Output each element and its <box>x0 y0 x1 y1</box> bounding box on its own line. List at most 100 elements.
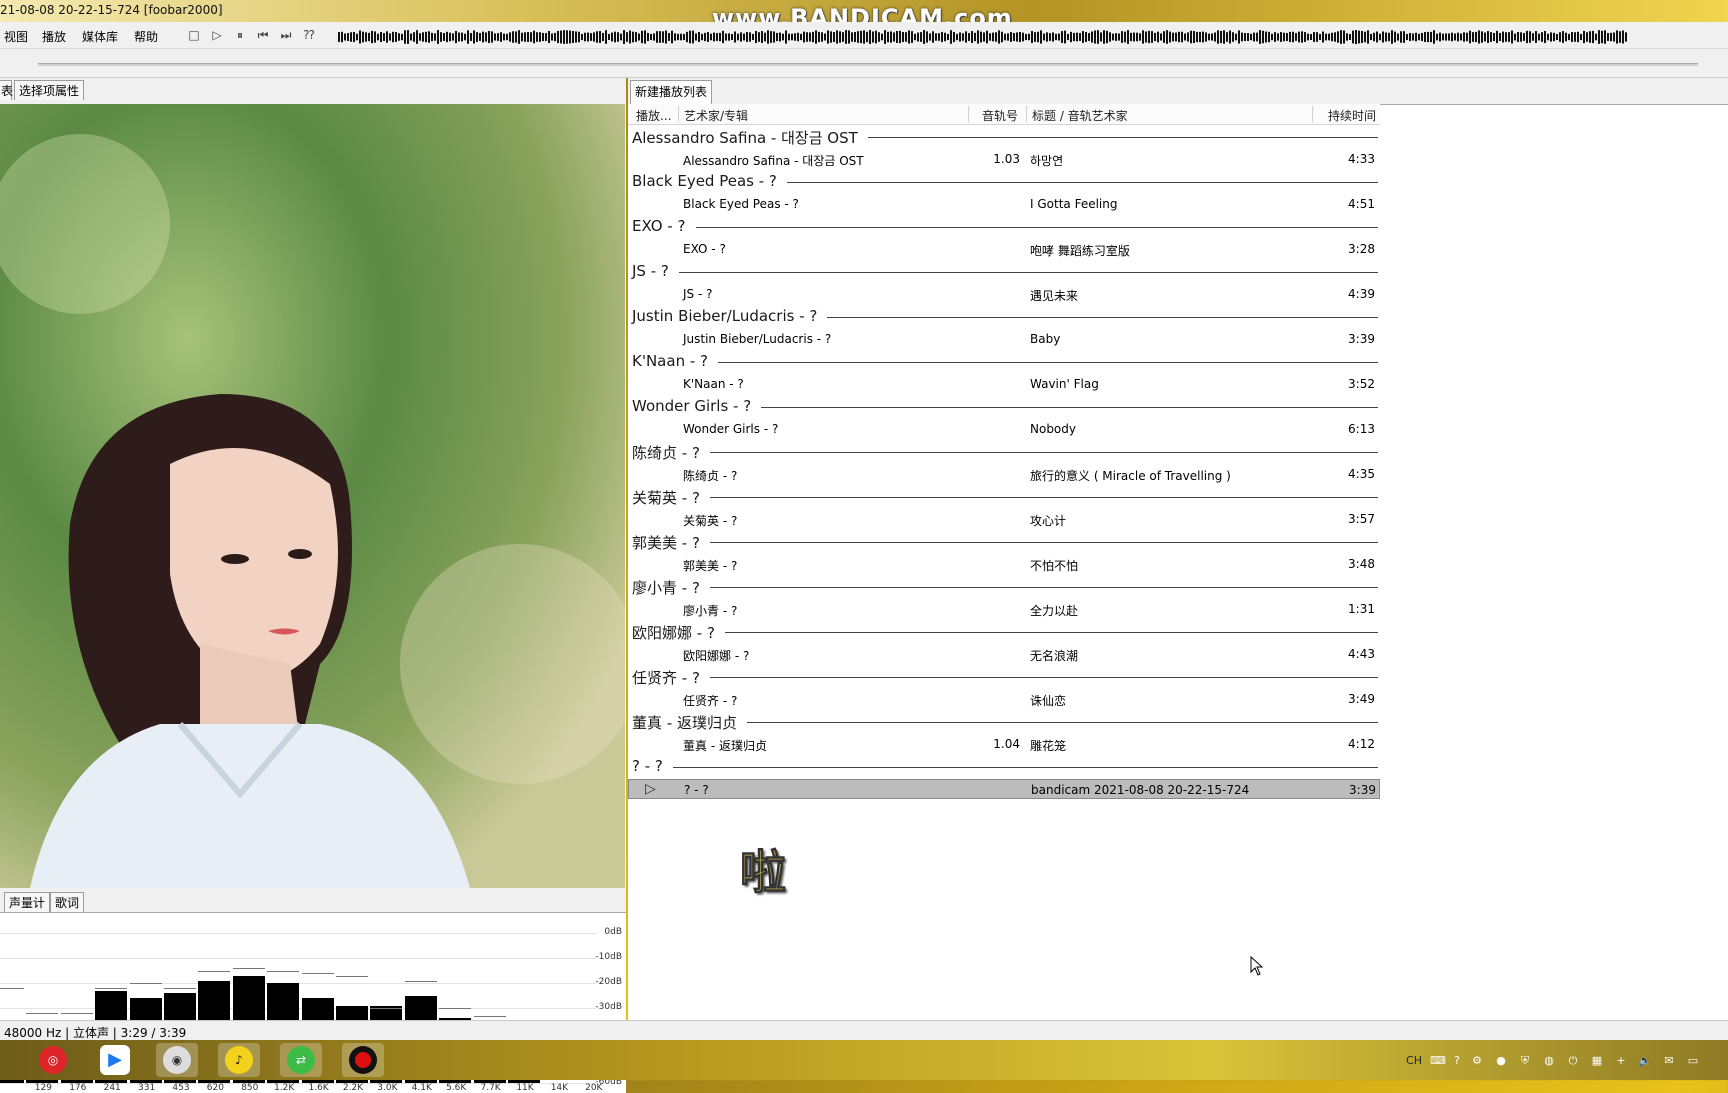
track-artist-album: 董真 - 返璞归贞 <box>683 738 767 753</box>
playlist-group-header[interactable]: Justin Bieber/Ludacris - ? <box>632 306 1378 326</box>
menu-playback[interactable]: 播放 <box>42 28 66 45</box>
spectrum-peak <box>0 988 24 989</box>
group-title: Wonder Girls - ? <box>632 397 762 415</box>
play-icon[interactable]: ▷ <box>207 26 227 44</box>
foobar2000-icon[interactable]: ♪ <box>218 1043 260 1077</box>
header-playing[interactable]: 播放... <box>636 107 671 124</box>
help-icon[interactable]: ? <box>1450 1054 1464 1068</box>
keyboard-icon[interactable]: ⌨ <box>1430 1054 1446 1068</box>
settings-icon[interactable]: ⚙ <box>1470 1054 1484 1068</box>
track-title: 攻心计 <box>1030 513 1067 528</box>
power-icon[interactable]: ⏻ <box>1566 1054 1580 1068</box>
track-row[interactable]: JS - ? 遇见未来 4:39 <box>628 284 1380 304</box>
track-row[interactable]: EXO - ? 咆哮 舞蹈练习室版 3:28 <box>628 239 1380 259</box>
seekbar[interactable] <box>38 63 1698 66</box>
playlist-group-header[interactable]: 廖小青 - ? <box>632 576 1378 598</box>
track-row[interactable]: Alessandro Safina - 대장금 OST 1.03 하망연 4:33 <box>628 149 1380 169</box>
playlist-group-header[interactable]: Alessandro Safina - 대장금 OST <box>632 126 1378 148</box>
monitor-icon[interactable]: ▭ <box>1686 1054 1700 1068</box>
header-title-artist[interactable]: 标题 / 音轨艺术家 <box>1032 107 1128 124</box>
tab-list[interactable]: 表 <box>0 80 13 100</box>
menu-view[interactable]: 视图 <box>4 28 28 45</box>
playlist-group-header[interactable]: 任贤齐 - ? <box>632 666 1378 688</box>
tab-new-playlist[interactable]: 新建播放列表 <box>630 80 713 104</box>
playlist-group-header[interactable]: 陈绮贞 - ? <box>632 441 1378 463</box>
track-row[interactable]: 廖小青 - ? 全力以赴 1:31 <box>628 599 1380 619</box>
track-duration: 3:49 <box>1348 691 1375 706</box>
random-icon[interactable]: ⁇ <box>299 26 319 44</box>
playlist-group-header[interactable]: EXO - ? <box>632 216 1378 236</box>
menu-library[interactable]: 媒体库 <box>82 28 118 45</box>
tab-selection-properties[interactable]: 选择项属性 <box>14 80 85 100</box>
track-row[interactable]: 董真 - 返璞归贞 1.04 雕花笼 4:12 <box>628 734 1380 754</box>
track-artist-album: Wonder Girls - ? <box>683 421 779 436</box>
group-title: JS - ? <box>632 262 679 280</box>
group-title: 董真 - 返璞归贞 <box>632 712 747 733</box>
spectrum-peak <box>301 973 334 974</box>
track-title: 全力以赴 <box>1030 603 1079 618</box>
tab-lyrics[interactable]: 歌词 <box>50 892 85 912</box>
track-row[interactable]: 郭美美 - ? 不怕不怕 3:48 <box>628 554 1380 574</box>
track-row[interactable]: 关菊英 - ? 攻心计 3:57 <box>628 509 1380 529</box>
download-app-icon[interactable]: ⇄ <box>280 1043 322 1077</box>
frequency-label: 20K <box>585 1083 603 1093</box>
playlist-panel: 新建播放列表 播放... 艺术家/专辑 音轨号 标题 / 音轨艺术家 持续时间 … <box>628 78 1728 1020</box>
header-duration[interactable]: 持续时间 <box>1328 107 1376 124</box>
track-row[interactable]: Justin Bieber/Ludacris - ? Baby 3:39 <box>628 329 1380 349</box>
add-icon[interactable]: + <box>1614 1054 1628 1068</box>
netease-music-icon[interactable]: ◎ <box>32 1043 74 1077</box>
stop-icon[interactable]: □ <box>184 26 204 44</box>
frequency-label: 11K <box>516 1083 534 1093</box>
frequency-label: 176 <box>69 1083 87 1093</box>
playlist-group-header[interactable]: ? - ? <box>632 756 1378 776</box>
playing-indicator-icon: ▷ <box>645 780 656 797</box>
network-icon[interactable]: ▦ <box>1590 1054 1604 1068</box>
playlist-group-header[interactable]: 郭美美 - ? <box>632 531 1378 553</box>
track-artist-album: JS - ? <box>683 286 713 301</box>
group-title: Black Eyed Peas - ? <box>632 172 787 190</box>
track-row[interactable]: 陈绮贞 - ? 旅行的意义 ( Miracle of Travelling ) 4:… <box>628 464 1380 484</box>
now-playing-row[interactable]: ▷ ? - ? bandicam 2021-08-08 20-22-15-724 3:… <box>628 778 1380 799</box>
track-duration: 4:51 <box>1348 196 1375 211</box>
shield-icon[interactable]: ⛨ <box>1518 1054 1532 1068</box>
playlist-group-header[interactable]: 关菊英 - ? <box>632 486 1378 508</box>
alien-app-icon[interactable]: ◉ <box>156 1043 198 1077</box>
playlist-group-header[interactable]: K'Naan - ? <box>632 351 1378 371</box>
previous-icon[interactable]: ⏮ <box>253 26 273 44</box>
header-artist-album[interactable]: 艺术家/专辑 <box>684 107 748 124</box>
track-row[interactable]: Black Eyed Peas - ? I Gotta Feeling 4:51 <box>628 194 1380 214</box>
album-art <box>0 104 625 888</box>
playlist-group-header[interactable]: Black Eyed Peas - ? <box>632 171 1378 191</box>
record-icon[interactable]: ● <box>1494 1054 1508 1068</box>
playlist-group-header[interactable]: 欧阳娜娜 - ? <box>632 621 1378 643</box>
frequency-label: 331 <box>138 1083 156 1093</box>
tab-volume-meter[interactable]: 声量计 <box>4 892 51 912</box>
spectrum-peak <box>370 1008 403 1009</box>
track-row[interactable]: Wonder Girls - ? Nobody 6:13 <box>628 419 1380 439</box>
track-artist-album: 欧阳娜娜 - ? <box>683 648 750 663</box>
youku-icon[interactable]: ▶ <box>94 1043 136 1077</box>
menu-help[interactable]: 帮助 <box>134 28 158 45</box>
track-title: 诛仙恋 <box>1030 693 1067 708</box>
message-icon[interactable]: ✉ <box>1662 1054 1676 1068</box>
input-language[interactable]: CH <box>1404 1054 1424 1068</box>
group-title: 陈绮贞 - ? <box>632 442 710 463</box>
group-title: 欧阳娜娜 - ? <box>632 622 725 643</box>
lyric-display: 啦 <box>740 845 787 900</box>
spectrum-peak <box>336 975 368 977</box>
playlist-group-header[interactable]: JS - ? <box>632 261 1378 281</box>
playlist-group-header[interactable]: 董真 - 返璞归贞 <box>632 711 1378 733</box>
track-row[interactable]: 任贤齐 - ? 诛仙恋 3:49 <box>628 689 1380 709</box>
track-artist-album: ? - ? <box>684 782 709 797</box>
track-duration: 3:39 <box>1348 331 1375 346</box>
track-title: bandicam 2021-08-08 20-22-15-724 <box>1031 782 1250 797</box>
track-row[interactable]: K'Naan - ? Wavin' Flag 3:52 <box>628 374 1380 394</box>
next-icon[interactable]: ⏭ <box>276 26 296 44</box>
bandicam-icon[interactable] <box>342 1043 384 1077</box>
header-track-number[interactable]: 音轨号 <box>982 107 1018 124</box>
playlist-group-header[interactable]: Wonder Girls - ? <box>632 396 1378 416</box>
volume-icon[interactable]: 🔈 <box>1638 1054 1652 1068</box>
track-row[interactable]: 欧阳娜娜 - ? 无名浪潮 4:43 <box>628 644 1380 664</box>
pause-icon[interactable]: ⏸ <box>230 26 250 44</box>
security-icon[interactable]: ◍ <box>1542 1054 1556 1068</box>
